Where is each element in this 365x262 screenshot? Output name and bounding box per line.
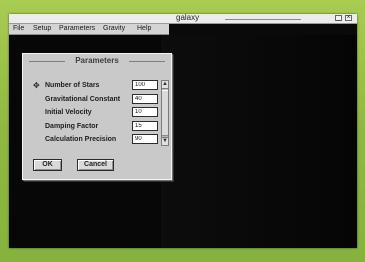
scroll-down-icon[interactable]: ▼ bbox=[162, 137, 168, 145]
minimize-button[interactable]: _ bbox=[335, 14, 342, 21]
title-bar[interactable]: galaxy _ × bbox=[9, 13, 357, 24]
scroll-thumb[interactable] bbox=[162, 90, 168, 136]
field-row-gravitational-constant: Gravitational Constant bbox=[23, 94, 171, 106]
field-label: Number of Stars bbox=[45, 82, 100, 89]
field-label: Damping Factor bbox=[45, 123, 99, 130]
field-label: Calculation Precision bbox=[45, 136, 117, 143]
canvas-shade bbox=[161, 35, 357, 248]
menu-help[interactable]: Help bbox=[135, 24, 153, 34]
title-bar-stripe bbox=[225, 19, 301, 20]
field-label: Initial Velocity bbox=[45, 109, 92, 116]
number-of-stars-input[interactable] bbox=[132, 80, 158, 90]
window-title: galaxy bbox=[176, 13, 200, 22]
gravitational-constant-input[interactable] bbox=[132, 94, 158, 104]
ok-button[interactable]: OK bbox=[33, 159, 62, 171]
scroll-up-icon[interactable]: ▲ bbox=[162, 81, 168, 89]
menu-file[interactable]: File bbox=[11, 24, 26, 34]
calculation-precision-input[interactable] bbox=[132, 134, 158, 144]
menu-bar: File Setup Parameters Gravity Help bbox=[9, 24, 169, 35]
pointer-icon: ✥ bbox=[33, 81, 40, 90]
close-icon: × bbox=[346, 14, 351, 21]
cancel-button[interactable]: Cancel bbox=[77, 159, 114, 171]
initial-velocity-input[interactable] bbox=[132, 107, 158, 117]
menu-parameters[interactable]: Parameters bbox=[57, 24, 97, 34]
dialog-scrollbar[interactable]: ▲ ▼ bbox=[161, 80, 169, 146]
field-label: Gravitational Constant bbox=[45, 96, 121, 103]
dialog-title-rule-right bbox=[129, 61, 165, 62]
parameters-dialog: Parameters ✥ Number of Stars Gravitation… bbox=[22, 53, 172, 180]
close-button[interactable]: × bbox=[345, 14, 352, 21]
menu-gravity[interactable]: Gravity bbox=[101, 24, 127, 34]
menu-setup[interactable]: Setup bbox=[31, 24, 53, 34]
galaxy-window: galaxy _ × File Setup Parameters Gravity… bbox=[9, 13, 357, 248]
minimize-icon: _ bbox=[336, 14, 341, 21]
field-row-number-of-stars: ✥ Number of Stars bbox=[23, 80, 171, 92]
field-row-calculation-precision: Calculation Precision bbox=[23, 134, 171, 146]
damping-factor-input[interactable] bbox=[132, 121, 158, 131]
field-row-initial-velocity: Initial Velocity bbox=[23, 107, 171, 119]
field-row-damping-factor: Damping Factor bbox=[23, 121, 171, 133]
